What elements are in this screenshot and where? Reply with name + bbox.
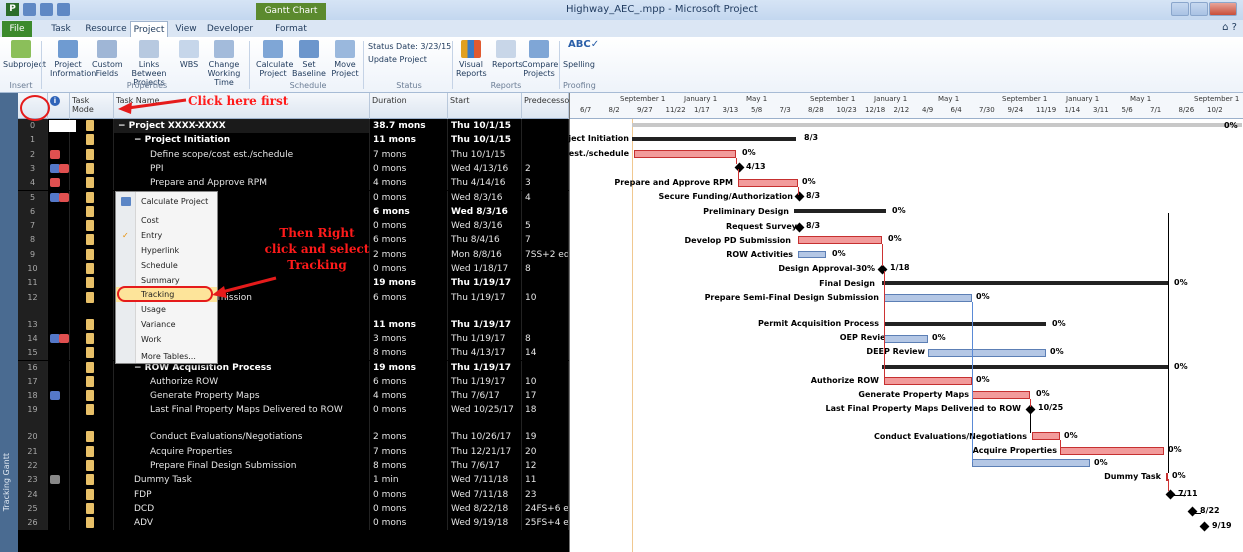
annotation-right-click-tracking: Then Right click and select Tracking (262, 225, 372, 273)
annotation-arrows (118, 98, 277, 298)
ms-project-window: P Gantt Chart Tools Highway_AEC_.mpp - M… (0, 0, 1243, 552)
annotation-line: click and select (264, 242, 370, 256)
annotation-line: Then Right (279, 226, 355, 240)
annotation-click-here-first: Click here first (188, 94, 289, 108)
annotation-line: Tracking (287, 258, 347, 272)
